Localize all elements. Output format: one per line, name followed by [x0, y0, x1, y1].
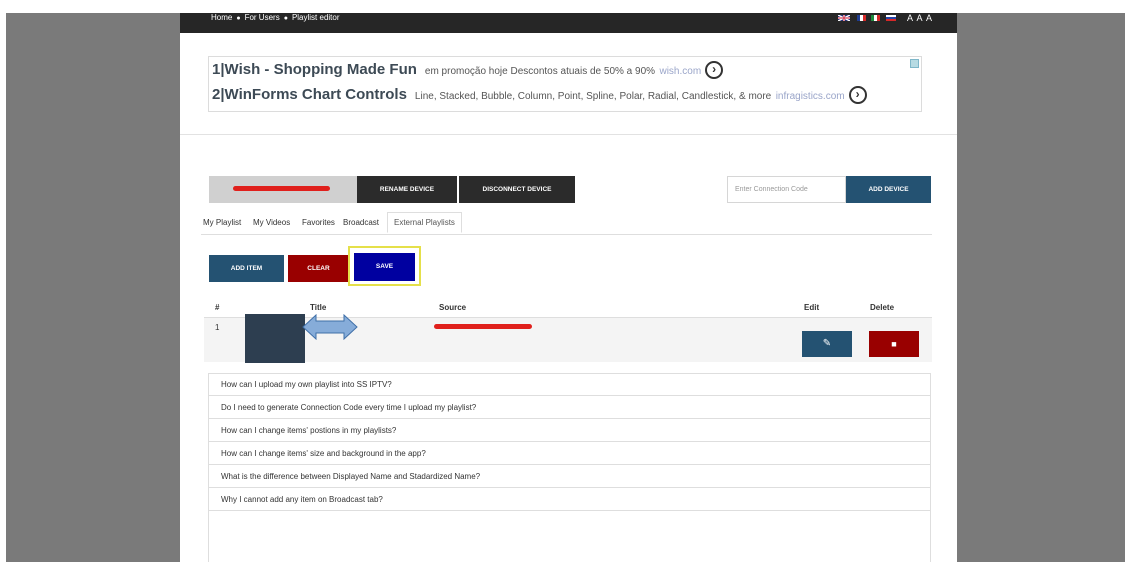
- tab-broadcast[interactable]: Broadcast: [343, 214, 379, 231]
- column-header-source: Source: [439, 303, 467, 312]
- tab-my-playlist[interactable]: My Playlist: [203, 214, 241, 231]
- redaction-mark: [233, 186, 330, 191]
- faq-item[interactable]: Do I need to generate Connection Code ev…: [209, 397, 930, 419]
- divider: [180, 134, 957, 135]
- ad-title[interactable]: WinForms Chart Controls: [225, 86, 407, 103]
- italy-flag-icon[interactable]: [871, 15, 880, 21]
- uk-flag-icon[interactable]: [838, 15, 850, 21]
- ad-domain[interactable]: wish.com: [659, 66, 701, 77]
- delete-button[interactable]: ■: [869, 331, 919, 357]
- tab-external-playlists[interactable]: External Playlists: [387, 212, 462, 233]
- ad-domain[interactable]: infragistics.com: [776, 91, 845, 102]
- breadcrumb-for-users[interactable]: For Users: [245, 13, 280, 23]
- ad-row[interactable]: 2|WinForms Chart Controls Line, Stacked, …: [212, 86, 867, 106]
- column-header-number: #: [215, 303, 220, 312]
- right-margin: [957, 13, 1125, 562]
- faq-item[interactable]: How can I change items' size and backgro…: [209, 443, 930, 465]
- device-name-field: [209, 176, 357, 203]
- breadcrumb: Home ● For Users ● Playlist editor: [211, 13, 340, 23]
- adchoices-icon[interactable]: [910, 59, 919, 68]
- faq-item[interactable]: What is the difference between Displayed…: [209, 466, 930, 488]
- ad-description: Line, Stacked, Bubble, Column, Point, Sp…: [414, 91, 772, 103]
- connection-code-input[interactable]: Enter Connection Code: [727, 176, 846, 203]
- faq-item[interactable]: How can I change items' postions in my p…: [209, 420, 930, 442]
- ad-description: em promoção hoje Descontos atuais de 50%…: [424, 66, 656, 78]
- faq-list: How can I upload my own playlist into SS…: [208, 373, 931, 562]
- save-highlight-box: [348, 246, 421, 286]
- double-arrow-icon: [302, 314, 358, 340]
- top-bar: Home ● For Users ● Playlist editor A A A: [180, 13, 957, 33]
- page-container: Home ● For Users ● Playlist editor A A A 1|W…: [180, 13, 957, 562]
- breadcrumb-current: Playlist editor: [291, 13, 340, 22]
- font-size-controls[interactable]: A A A: [907, 13, 933, 23]
- clear-button[interactable]: CLEAR: [288, 255, 349, 282]
- edit-button[interactable]: ✎: [802, 331, 852, 357]
- tab-bar: My Playlist My Videos Favorites Broadcas…: [201, 211, 932, 235]
- faq-item[interactable]: Why I cannot add any item on Broadcast t…: [209, 489, 930, 511]
- rename-device-button[interactable]: RENAME DEVICE: [357, 176, 457, 203]
- ad-row[interactable]: 1|Wish - Shopping Made Fun em promoção ho…: [212, 61, 724, 81]
- left-margin: [6, 13, 180, 562]
- column-header-delete: Delete: [870, 303, 895, 312]
- pencil-icon: ✎: [822, 338, 832, 349]
- breadcrumb-home[interactable]: Home: [211, 13, 232, 23]
- breadcrumb-separator: ●: [236, 15, 241, 22]
- ad-banner: 1|Wish - Shopping Made Fun em promoção ho…: [208, 56, 922, 112]
- ad-title[interactable]: Wish - Shopping Made Fun: [225, 61, 417, 78]
- disconnect-device-button[interactable]: DISCONNECT DEVICE: [459, 176, 575, 203]
- item-thumbnail: [245, 314, 305, 363]
- add-device-button[interactable]: ADD DEVICE: [846, 176, 931, 203]
- tab-favorites[interactable]: Favorites: [302, 214, 335, 231]
- france-flag-icon[interactable]: [857, 15, 866, 21]
- column-header-edit: Edit: [804, 303, 820, 312]
- faq-item[interactable]: How can I upload my own playlist into SS…: [209, 374, 930, 396]
- trash-icon: ■: [891, 339, 897, 349]
- russia-flag-icon[interactable]: [886, 15, 896, 21]
- chevron-right-icon[interactable]: ›: [705, 61, 724, 79]
- add-item-button[interactable]: ADD ITEM: [209, 255, 284, 282]
- redaction-mark: [434, 324, 532, 329]
- chevron-right-icon[interactable]: ›: [848, 86, 867, 104]
- tab-my-videos[interactable]: My Videos: [253, 214, 290, 231]
- breadcrumb-separator: ●: [283, 15, 288, 22]
- row-number: 1: [215, 323, 220, 332]
- column-header-title: Title: [310, 303, 327, 312]
